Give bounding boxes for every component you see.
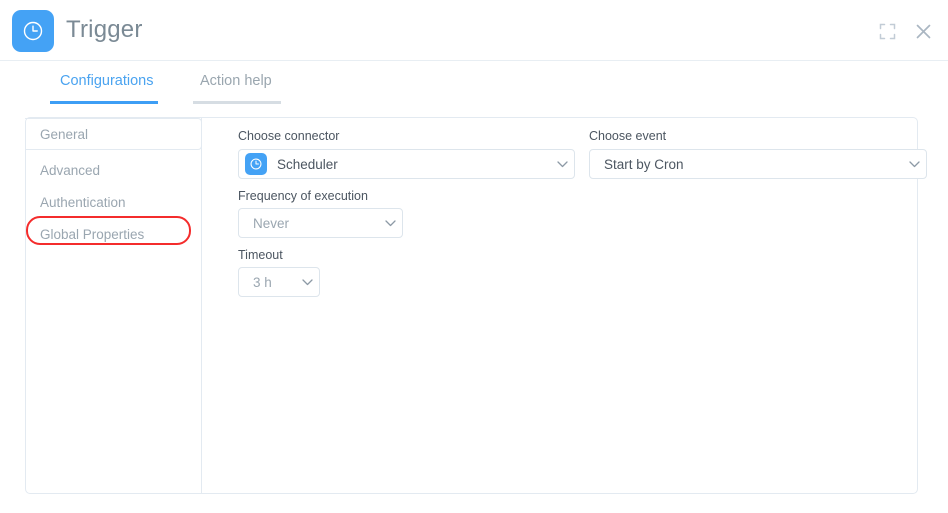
clock-icon [12,10,54,52]
tab-configurations[interactable]: Configurations [60,73,154,89]
frequency-label: Frequency of execution [238,189,368,203]
tab-active-indicator [50,101,158,104]
tab-inactive-indicator [193,101,281,104]
tab-action-help[interactable]: Action help [200,73,272,89]
chevron-down-icon [378,220,402,227]
chevron-down-icon [902,161,926,168]
sidebar-item-general[interactable]: General [25,118,202,150]
dialog-header: Trigger [0,0,948,61]
sidebar-item-advanced[interactable]: Advanced [26,154,202,186]
connector-select[interactable]: Scheduler [238,149,575,179]
timeout-label: Timeout [238,248,283,262]
event-select[interactable]: Start by Cron [589,149,927,179]
frequency-select[interactable]: Never [238,208,403,238]
configuration-card: General Advanced Authentication Global P… [25,117,918,494]
page-title: Trigger [66,16,143,44]
trigger-dialog: Trigger Configurations Action help Gener… [0,0,948,513]
frequency-value: Never [239,216,378,231]
settings-sidebar: General Advanced Authentication Global P… [26,118,202,493]
sidebar-item-label: Authentication [40,195,126,210]
expand-icon[interactable] [876,20,898,42]
sidebar-item-label: Advanced [40,163,100,178]
chevron-down-icon [550,161,574,168]
chevron-down-icon [295,279,319,286]
tab-bar: Configurations Action help [0,61,948,105]
sidebar-item-global-properties[interactable]: Global Properties [26,218,202,250]
event-value: Start by Cron [590,157,902,172]
timeout-value: 3 h [239,275,295,290]
connector-label: Choose connector [238,129,339,143]
event-label: Choose event [589,129,666,143]
timeout-select[interactable]: 3 h [238,267,320,297]
configuration-form: Choose connector Scheduler Choose event [202,118,917,493]
sidebar-item-authentication[interactable]: Authentication [26,186,202,218]
connector-value: Scheduler [267,157,550,172]
sidebar-item-label: Global Properties [40,227,144,242]
close-icon[interactable] [912,20,934,42]
clock-icon [245,153,267,175]
sidebar-item-label: General [40,127,88,142]
